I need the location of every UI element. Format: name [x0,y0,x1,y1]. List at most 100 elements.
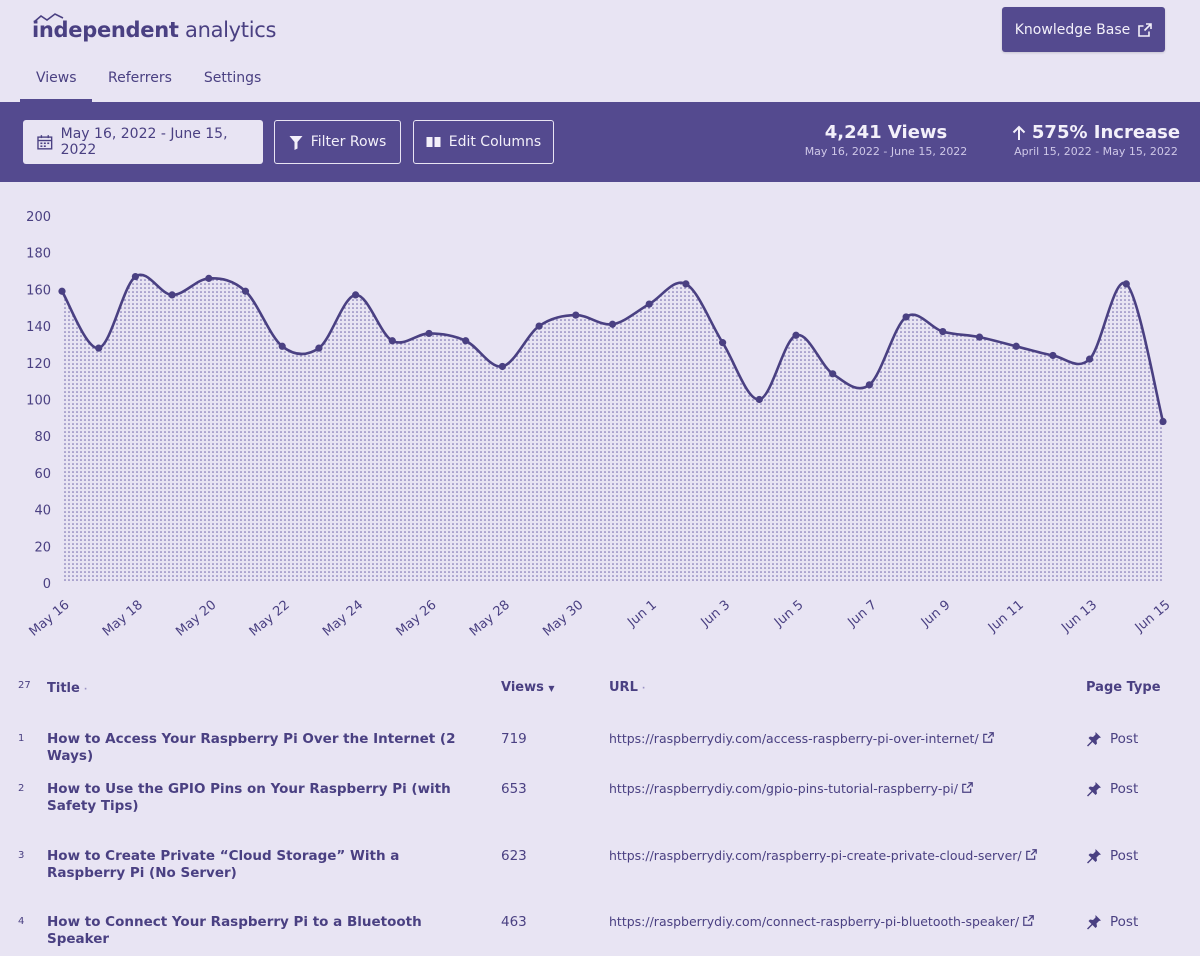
row-title[interactable]: How to Connect Your Raspberry Pi to a Bl… [47,914,487,948]
x-tick-label: Jun 5 [771,598,806,631]
column-header-views-label: Views [501,680,544,695]
chart-point[interactable] [865,381,874,389]
column-header-title[interactable]: Title · [47,680,467,699]
row-page-type-label: Post [1110,781,1139,797]
tab-settings[interactable]: Settings [188,62,277,102]
x-tick-label: Jun 3 [698,598,733,631]
edit-columns-label: Edit Columns [448,134,542,150]
chart-point[interactable] [95,344,103,352]
external-link-icon [1025,849,1037,860]
filter-rows-button[interactable]: Filter Rows [274,120,401,164]
column-header-page-type[interactable]: Page Type [1086,680,1196,695]
chart-point[interactable] [1086,355,1094,363]
x-tick-label: Jun 1 [624,598,659,631]
chart-point[interactable] [572,311,580,319]
tab-views[interactable]: Views [20,62,92,102]
external-link-icon [982,732,994,743]
row-url[interactable]: https://raspberrydiy.com/gpio-pins-tutor… [609,781,1069,796]
filter-rows-label: Filter Rows [310,134,387,150]
logo-light-text: analytics [178,18,277,42]
chart-point[interactable] [939,328,947,336]
increase-value: 575% Increase [1031,122,1181,143]
chart-point[interactable] [278,342,286,350]
row-title[interactable]: How to Access Your Raspberry Pi Over the… [47,731,487,765]
chart-point[interactable] [755,395,763,404]
chart-point[interactable] [608,320,617,328]
chart-point[interactable] [1049,351,1057,360]
pin-icon [1087,732,1101,747]
row-number: 2 [18,783,25,794]
row-page-type-label: Post [1110,731,1139,747]
column-header-url[interactable]: URL · [609,680,1069,695]
chart-point[interactable] [645,300,653,308]
x-tick-label: May 18 [100,598,146,640]
toolbar: May 16, 2022 - June 15, 2022 Filter Rows… [0,102,1200,182]
row-title[interactable]: How to Use the GPIO Pins on Your Raspber… [47,781,467,815]
chart-point[interactable] [315,344,323,352]
y-tick-label: 140 [26,320,51,335]
chart-point[interactable] [425,329,433,338]
chart-point[interactable] [58,287,66,295]
row-url[interactable]: https://raspberrydiy.com/raspberry-pi-cr… [609,848,1069,863]
x-tick-label: Jun 11 [985,598,1027,636]
knowledge-base-button[interactable]: Knowledge Base [1002,7,1165,52]
edit-columns-button[interactable]: Edit Columns [413,120,554,164]
pin-icon [1087,782,1101,797]
chart-point[interactable] [1122,280,1130,288]
main-tabs: Views Referrers Settings [20,62,277,102]
sort-indicator-icon: · [641,684,646,694]
x-tick-label: May 28 [467,598,513,640]
views-date-range: May 16, 2022 - June 15, 2022 [804,145,968,158]
row-url[interactable]: https://raspberrydiy.com/access-raspberr… [609,731,1069,746]
calendar-icon [37,135,53,150]
chart-point[interactable] [535,322,543,330]
tab-referrers[interactable]: Referrers [92,62,188,102]
columns-icon [426,137,441,147]
date-range-picker[interactable]: May 16, 2022 - June 15, 2022 [23,120,263,164]
chart-point[interactable] [975,333,984,341]
chart-point[interactable] [1012,342,1020,350]
row-page-type: Post [1086,781,1196,797]
column-header-type-label: Page Type [1086,680,1161,695]
row-views: 623 [501,848,527,864]
chart-point[interactable] [205,274,213,282]
x-tick-label: May 16 [26,598,72,640]
chart-point[interactable] [131,272,139,281]
row-url[interactable]: https://raspberrydiy.com/connect-raspber… [609,914,1069,929]
pin-icon [1087,915,1101,930]
chart-point[interactable] [168,291,176,299]
arrow-up-icon [1012,125,1026,140]
chart-point[interactable] [719,339,727,347]
chart-point[interactable] [352,291,360,299]
row-views: 463 [501,914,527,930]
y-tick-label: 120 [26,357,51,372]
chart-point[interactable] [902,313,910,321]
chart-point[interactable] [829,370,837,378]
chart-point[interactable] [241,287,250,295]
column-header-views[interactable]: Views ▼ [501,680,581,695]
row-url-text: https://raspberrydiy.com/gpio-pins-tutor… [609,781,958,796]
chart-point[interactable] [388,337,396,345]
filter-icon [289,135,303,150]
row-title[interactable]: How to Create Private “Cloud Storage” Wi… [47,848,467,882]
row-page-type: Post [1086,731,1196,747]
y-tick-label: 20 [34,540,51,555]
row-url-text: https://raspberrydiy.com/access-raspberr… [609,731,979,746]
increase-date-range: April 15, 2022 - May 15, 2022 [1014,145,1178,158]
chart-point[interactable] [462,337,470,345]
date-range-label: May 16, 2022 - June 15, 2022 [60,126,228,158]
x-tick-label: May 30 [540,598,586,640]
row-url-text: https://raspberrydiy.com/raspberry-pi-cr… [609,848,1022,863]
chart-point[interactable] [792,331,800,339]
column-header-title-label: Title [47,681,80,696]
chart-point[interactable] [498,362,506,371]
views-total: 4,241 Views [824,122,948,143]
top-bar: independent analytics Knowledge Base Vie… [0,0,1200,102]
row-page-type-label: Post [1110,848,1139,864]
chart-point[interactable] [682,280,690,288]
pin-icon [1087,849,1101,864]
external-link-icon [962,782,973,793]
chart-point[interactable] [1159,417,1167,426]
app-logo[interactable]: independent analytics [32,18,276,42]
external-link-icon [1138,22,1153,37]
